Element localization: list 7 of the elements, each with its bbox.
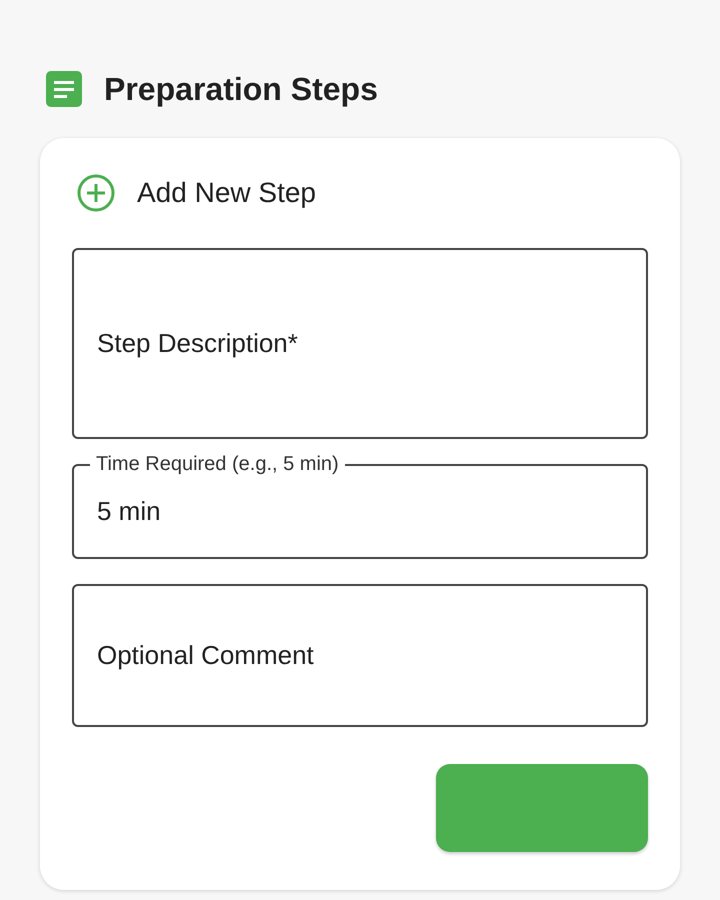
document-icon	[46, 71, 82, 107]
input-field[interactable]: Step Description*	[72, 248, 648, 439]
plus-circle-icon	[77, 174, 115, 212]
input-field[interactable]: Optional Comment	[72, 584, 648, 727]
section-title: Preparation Steps	[104, 70, 378, 109]
form-title: Add New Step	[137, 176, 316, 210]
action-button[interactable]	[436, 764, 648, 852]
